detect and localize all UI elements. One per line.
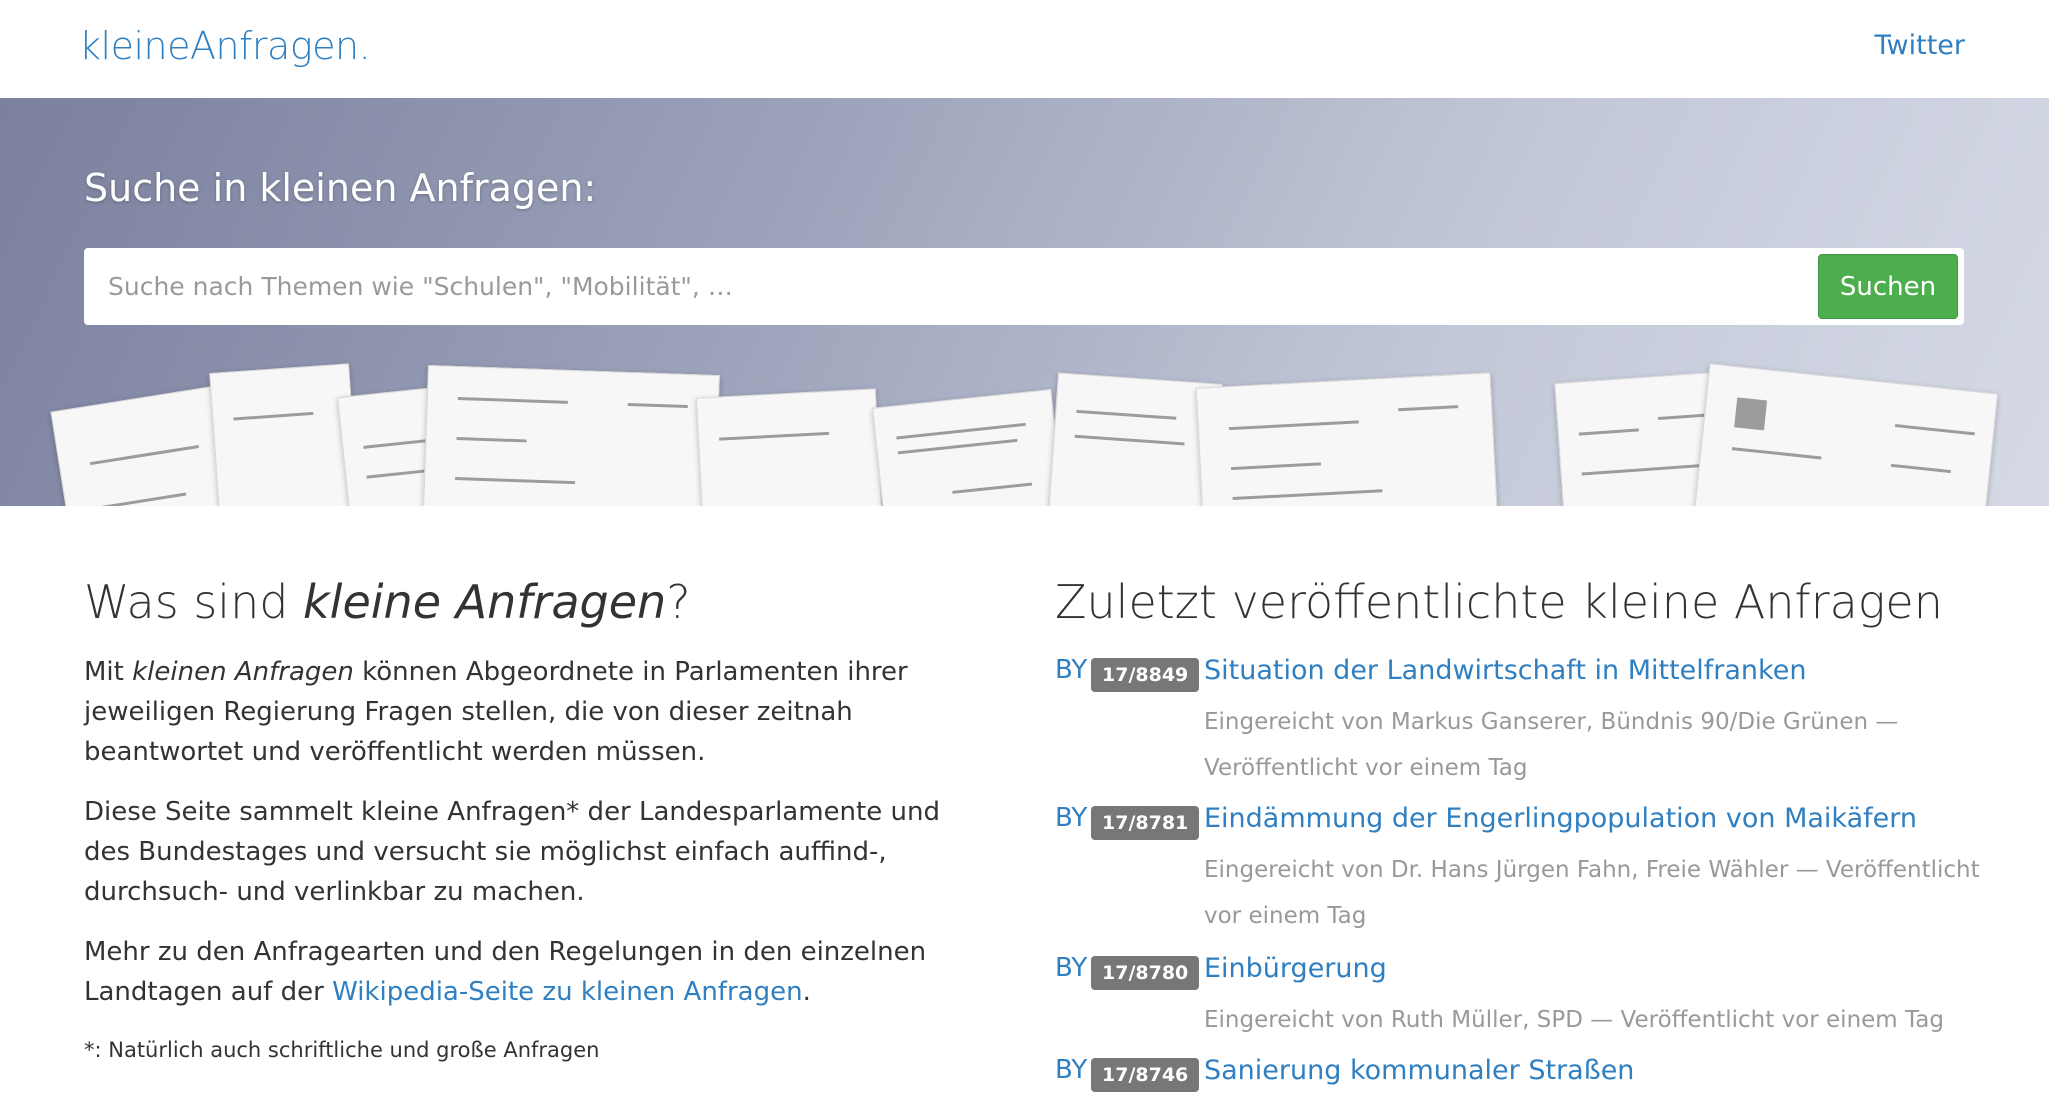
document-number-badge: 17/8780 — [1091, 956, 1200, 990]
document-collage — [0, 358, 2049, 506]
inquiry-meta: Eingereicht von Markus Ganserer, Bündnis… — [1204, 709, 1899, 781]
footnote: *: Natürlich auch schriftliche und große… — [84, 1038, 600, 1062]
about-paragraph-3: Mehr zu den Anfragearten und den Regelun… — [84, 937, 927, 1007]
inquiry-link[interactable]: Situation der Landwirtschaft in Mittelfr… — [1204, 655, 1806, 686]
state-code: BY — [1055, 803, 1088, 833]
paper-document — [872, 389, 1068, 506]
recent-heading: Zuletzt veröffentlichte kleine Anfragen — [1055, 575, 1943, 629]
paper-document — [695, 388, 885, 506]
paper-document — [1691, 363, 1999, 506]
about-paragraph-2: Diese Seite sammelt kleine Anfragen* der… — [84, 797, 940, 907]
search-input[interactable] — [84, 248, 1804, 325]
twitter-link[interactable]: Twitter — [1875, 30, 1966, 61]
about-heading: Was sind kleine Anfragen? — [84, 575, 691, 629]
state-code: BY — [1055, 655, 1088, 685]
navbar: kleineAnfragen. Twitter — [0, 0, 2049, 98]
hero-search-section: Suche in kleinen Anfragen: Suche n — [0, 98, 2049, 506]
inquiry-meta: Eingereicht von Dr. Hans Jürgen Fahn, Fr… — [1204, 857, 1980, 929]
inquiry-meta: Eingereicht von Ruth Müller, SPD — Veröf… — [1204, 1007, 1944, 1033]
inquiry-link[interactable]: Einbürgerung — [1204, 953, 1387, 984]
paper-document — [422, 364, 720, 506]
about-heading-em: kleine Anfragen — [303, 575, 667, 629]
document-number-badge: 17/8781 — [1091, 806, 1200, 840]
paper-document — [209, 363, 361, 506]
search-button[interactable]: Suchen — [1818, 254, 1958, 319]
state-code: BY — [1055, 1055, 1088, 1085]
site-logo[interactable]: kleineAnfragen. — [79, 24, 371, 68]
wikipedia-link[interactable]: Wikipedia-Seite zu kleinen Anfragen — [332, 977, 803, 1007]
search-form: Suche n — [84, 248, 1964, 325]
state-code: BY — [1055, 953, 1088, 983]
document-number-badge: 17/8746 — [1091, 1058, 1200, 1092]
about-paragraph-1: Mit kleinen Anfragen können Abgeordnete … — [84, 657, 908, 767]
inquiry-link[interactable]: Eindämmung der Engerlingpopulation von M… — [1204, 803, 1917, 834]
hero-title: Suche in kleinen Anfragen: — [84, 166, 597, 210]
inquiry-link[interactable]: Sanierung kommunaler Straßen — [1204, 1055, 1634, 1086]
document-number-badge: 17/8849 — [1091, 658, 1200, 692]
paper-document — [1195, 372, 1500, 506]
